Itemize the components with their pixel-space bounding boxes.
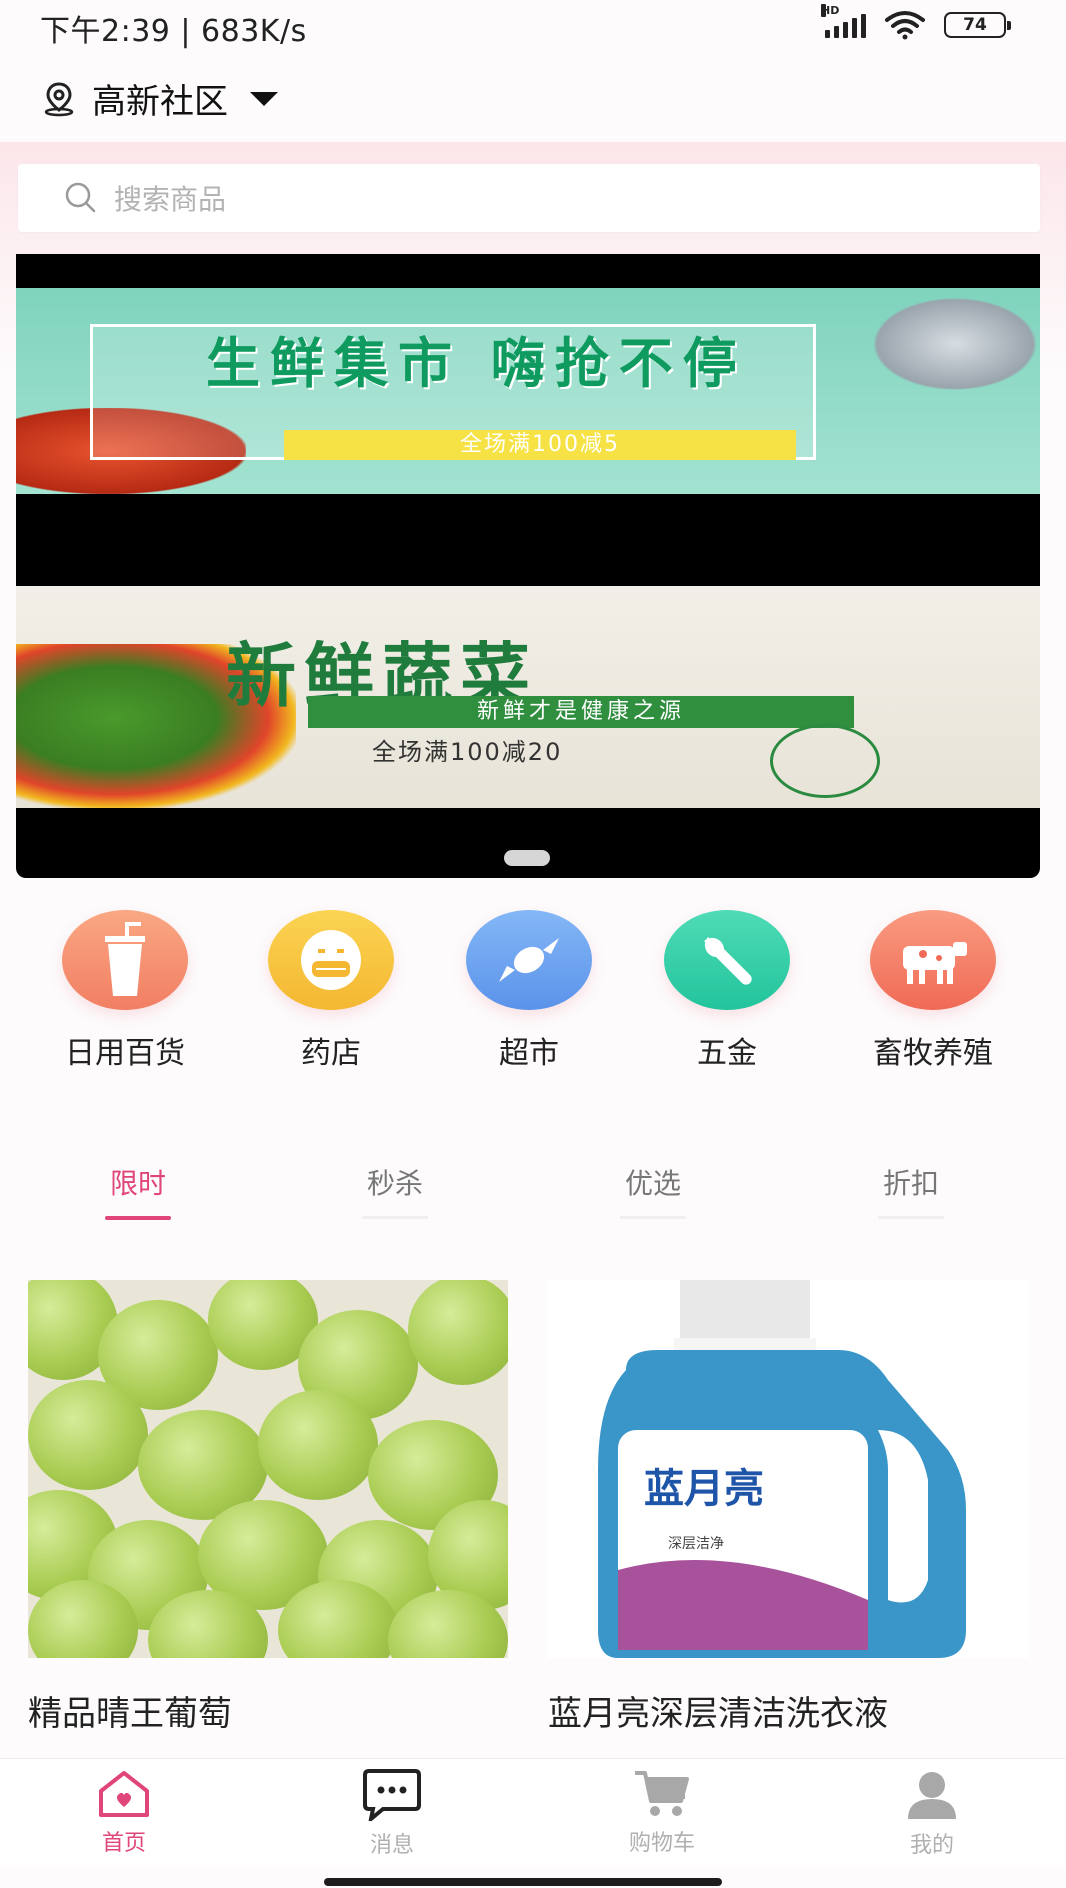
- tab-label: 限时: [109, 1167, 166, 1200]
- category-supermarket[interactable]: 超市: [444, 910, 614, 1072]
- candy-icon: [466, 910, 592, 1010]
- detergent-label: 深层洁净: [668, 1536, 724, 1552]
- home-icon: [99, 1771, 149, 1817]
- nav-messages[interactable]: 消息: [322, 1769, 462, 1859]
- category-pharmacy[interactable]: 药店: [246, 910, 416, 1072]
- location-pin-icon: [44, 81, 74, 116]
- battery-level: 74: [963, 15, 987, 35]
- search-input[interactable]: 搜索商品: [18, 164, 1040, 232]
- tab-underline: [105, 1216, 171, 1220]
- category-label: 超市: [499, 1036, 559, 1071]
- search-placeholder: 搜索商品: [114, 183, 227, 216]
- status-icons: HD 74: [821, 4, 1011, 40]
- category-label: 五金: [697, 1036, 757, 1071]
- nav-cart[interactable]: 购物车: [592, 1769, 732, 1857]
- banner-promo: 全场满100减20: [372, 738, 563, 766]
- category-daily-goods[interactable]: 日用百货: [40, 910, 210, 1072]
- tab-label: 折扣: [882, 1167, 939, 1200]
- product-name: 精品晴王葡萄: [28, 1694, 232, 1734]
- bottom-nav: 首页 消息 购物车 我的: [0, 1758, 1066, 1867]
- signal-icon: HD: [821, 4, 866, 38]
- cart-icon: [635, 1771, 689, 1816]
- banner-image: 生鲜集市 嗨抢不停 全场满100减5: [16, 288, 1040, 494]
- tab-discount[interactable]: 折扣: [866, 1162, 956, 1219]
- category-livestock[interactable]: 畜牧养殖: [848, 910, 1018, 1072]
- carousel-indicator[interactable]: [504, 850, 550, 866]
- banner-title: 生鲜集市 嗨抢不停: [206, 332, 747, 395]
- cow-icon: [870, 910, 996, 1010]
- location-selector[interactable]: 高新社区: [40, 74, 278, 123]
- category-label: 畜牧养殖: [873, 1036, 993, 1071]
- banner-vegetables[interactable]: 新鲜蔬菜 新鲜才是健康之源 全场满100减20: [16, 528, 1040, 878]
- user-icon: [908, 1772, 956, 1819]
- nav-profile[interactable]: 我的: [862, 1769, 1002, 1859]
- tab-underline: [362, 1216, 428, 1219]
- wifi-icon: [885, 11, 925, 40]
- banner-image: 新鲜蔬菜 新鲜才是健康之源 全场满100减20: [16, 586, 1040, 808]
- status-bar: 下午2:39 | 683K/s HD 74: [0, 0, 1066, 50]
- detergent-brand: 蓝月亮: [644, 1466, 764, 1512]
- category-label: 药店: [301, 1036, 361, 1071]
- nav-home[interactable]: 首页: [54, 1769, 194, 1857]
- tab-limited-time[interactable]: 限时: [93, 1162, 183, 1220]
- message-icon: [363, 1769, 421, 1825]
- category-grid: 日用百货 药店 超市 五金 畜牧养殖: [0, 910, 1066, 1072]
- product-name: 蓝月亮深层清洁洗衣液: [548, 1694, 888, 1734]
- battery-icon: 74: [944, 12, 1011, 38]
- category-label: 日用百货: [65, 1036, 185, 1071]
- banner-subtitle: 新鲜才是健康之源: [308, 696, 854, 728]
- tab-featured[interactable]: 优选: [608, 1162, 698, 1219]
- banner-fresh-market[interactable]: 生鲜集市 嗨抢不停 全场满100减5: [16, 254, 1040, 528]
- tab-underline: [878, 1216, 944, 1219]
- fish-image: [870, 296, 1040, 392]
- search-icon: [65, 182, 96, 213]
- nav-label: 购物车: [628, 1831, 695, 1856]
- tab-label: 秒杀: [366, 1167, 423, 1200]
- tab-underline: [620, 1216, 686, 1219]
- mask-face-icon: [268, 910, 394, 1010]
- home-indicator[interactable]: [324, 1878, 722, 1886]
- detergent-image: 蓝月亮 深层洁净: [548, 1280, 1028, 1658]
- product-tabs: 限时 秒杀 优选 折扣: [0, 1162, 1066, 1222]
- stamp-badge: [770, 724, 880, 798]
- status-time: 下午2:39 | 683K/s: [40, 14, 307, 49]
- nav-label: 首页: [101, 1831, 146, 1856]
- category-hardware[interactable]: 五金: [642, 910, 812, 1072]
- banner-promo: 全场满100减5: [284, 430, 796, 460]
- nav-label: 消息: [369, 1833, 414, 1858]
- chevron-down-icon: [250, 91, 278, 106]
- grapes-image: [28, 1280, 508, 1658]
- hd-label: HD: [821, 4, 840, 17]
- tab-label: 优选: [624, 1167, 681, 1200]
- cup-icon: [62, 910, 188, 1010]
- product-card[interactable]: 精品晴王葡萄: [28, 1280, 508, 1735]
- nav-label: 我的: [909, 1833, 954, 1858]
- wrench-icon: [664, 910, 790, 1010]
- tab-flash-sale[interactable]: 秒杀: [350, 1162, 440, 1219]
- location-name: 高新社区: [92, 82, 228, 122]
- product-card[interactable]: 蓝月亮 深层洁净 蓝月亮深层清洁洗衣液: [548, 1280, 1028, 1735]
